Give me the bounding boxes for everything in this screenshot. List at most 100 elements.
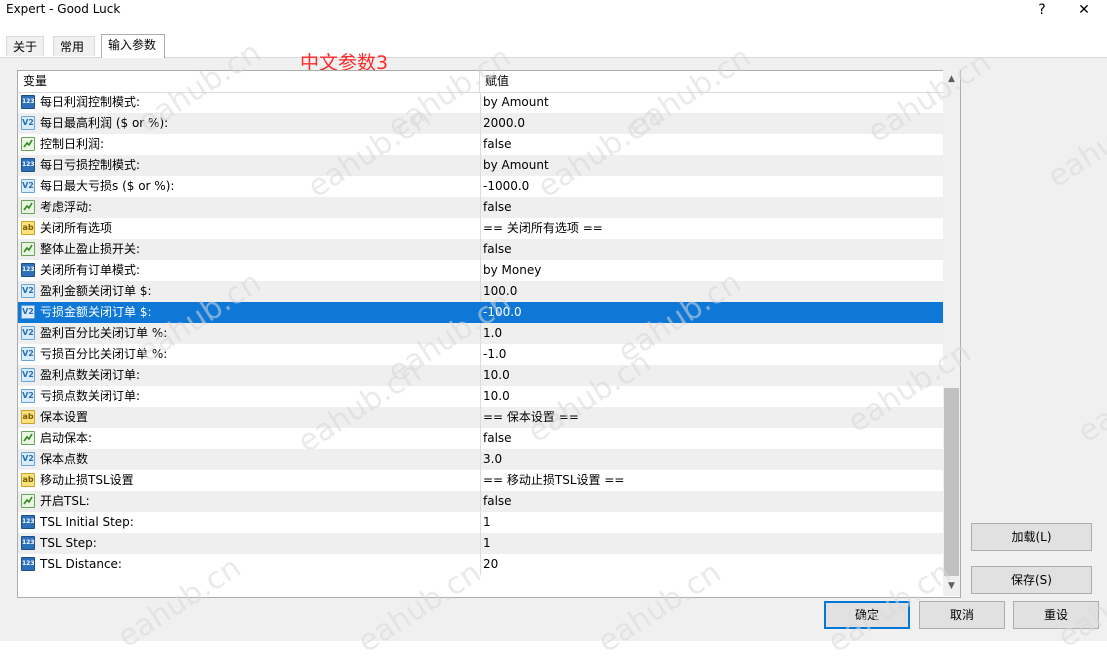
row-value-cell[interactable]: false xyxy=(483,197,941,218)
column-divider xyxy=(480,344,481,365)
row-value-cell[interactable]: -100.0 xyxy=(483,302,941,323)
ok-button[interactable]: 确定 xyxy=(824,601,910,629)
column-divider xyxy=(480,491,481,512)
row-variable-name: TSL Distance: xyxy=(40,557,122,571)
column-divider xyxy=(480,92,481,113)
column-header-value[interactable]: 赋值 xyxy=(480,71,943,92)
row-value-cell[interactable]: 20 xyxy=(483,554,941,575)
row-variable-name: TSL Step: xyxy=(40,536,97,550)
table-row[interactable]: 启动保本: false xyxy=(18,428,943,449)
table-row[interactable]: V2 盈利百分比关闭订单 %: 1.0 xyxy=(18,323,943,344)
table-row[interactable]: 123 每日亏损控制模式: by Amount xyxy=(18,155,943,176)
row-value-cell[interactable]: == 关闭所有选项 == xyxy=(483,218,941,239)
scroll-thumb[interactable] xyxy=(944,388,959,576)
cancel-button[interactable]: 取消 xyxy=(919,601,1005,629)
row-value-cell[interactable]: false xyxy=(483,239,941,260)
row-value-cell[interactable]: false xyxy=(483,134,941,155)
reset-button[interactable]: 重设 xyxy=(1013,601,1099,629)
column-divider xyxy=(480,386,481,407)
table-row[interactable]: ab 移动止损TSL设置 == 移动止损TSL设置 == xyxy=(18,470,943,491)
column-divider xyxy=(480,134,481,155)
integer-type-icon: 123 xyxy=(21,557,35,571)
row-value-cell[interactable]: 100.0 xyxy=(483,281,941,302)
table-row[interactable]: 123 TSL Distance: 20 xyxy=(18,554,943,575)
double-type-icon: V2 xyxy=(21,452,35,466)
integer-type-icon: 123 xyxy=(21,263,35,277)
boolean-type-icon xyxy=(21,137,35,151)
vertical-scrollbar[interactable]: ▲ ▼ xyxy=(943,70,960,596)
double-type-icon: V2 xyxy=(21,368,35,382)
tab-inputs[interactable]: 输入参数 xyxy=(101,34,165,58)
row-variable-name: 每日亏损控制模式: xyxy=(40,158,141,172)
row-value-cell[interactable]: 1 xyxy=(483,533,941,554)
table-row[interactable]: V2 亏损金额关闭订单 $: -100.0 xyxy=(18,302,943,323)
column-divider xyxy=(480,554,481,575)
row-variable-name: 亏损百分比关闭订单 %: xyxy=(40,347,168,361)
table-row[interactable]: 123 关闭所有订单模式: by Money xyxy=(18,260,943,281)
double-type-icon: V2 xyxy=(21,389,35,403)
row-variable-name: 控制日利润: xyxy=(40,137,105,151)
row-variable-name: TSL Initial Step: xyxy=(40,515,134,529)
row-value-cell[interactable]: 3.0 xyxy=(483,449,941,470)
table-row[interactable]: V2 亏损百分比关闭订单 %: -1.0 xyxy=(18,344,943,365)
row-value-cell[interactable]: false xyxy=(483,491,941,512)
double-type-icon: V2 xyxy=(21,326,35,340)
row-value-cell[interactable]: 2000.0 xyxy=(483,113,941,134)
row-variable-name: 盈利点数关闭订单: xyxy=(40,368,141,382)
row-value-cell[interactable]: == 移动止损TSL设置 == xyxy=(483,470,941,491)
row-value-cell[interactable]: 10.0 xyxy=(483,365,941,386)
table-row[interactable]: 123 每日利润控制模式: by Amount xyxy=(18,92,943,113)
table-row[interactable]: 开启TSL: false xyxy=(18,491,943,512)
row-value-cell[interactable]: false xyxy=(483,428,941,449)
row-variable-name: 亏损金额关闭订单 $: xyxy=(40,305,152,319)
table-row[interactable]: ab 保本设置 == 保本设置 == xyxy=(18,407,943,428)
double-type-icon: V2 xyxy=(21,179,35,193)
tab-common[interactable]: 常用 xyxy=(53,36,95,56)
window-title: Expert - Good Luck xyxy=(6,2,121,16)
table-row[interactable]: ab 关闭所有选项 == 关闭所有选项 == xyxy=(18,218,943,239)
column-divider xyxy=(480,407,481,428)
integer-type-icon: 123 xyxy=(21,536,35,550)
close-button[interactable]: ✕ xyxy=(1064,0,1104,22)
row-value-cell[interactable]: -1.0 xyxy=(483,344,941,365)
table-row[interactable]: V2 每日最高利润 ($ or %): 2000.0 xyxy=(18,113,943,134)
row-variable-name: 移动止损TSL设置 xyxy=(40,473,134,487)
table-header: 变量 赋值 xyxy=(18,71,943,93)
row-value-cell[interactable]: -1000.0 xyxy=(483,176,941,197)
row-value-cell[interactable]: by Money xyxy=(483,260,941,281)
column-divider xyxy=(480,218,481,239)
row-value-cell[interactable]: 10.0 xyxy=(483,386,941,407)
row-value-cell[interactable]: by Amount xyxy=(483,155,941,176)
parameter-table: 变量 赋值 123 每日利润控制模式: by Amount V2 每日最高利润 ($ o… xyxy=(17,70,961,598)
row-variable-name: 整体止盈止损开关: xyxy=(40,242,141,256)
table-row[interactable]: V2 盈利金额关闭订单 $: 100.0 xyxy=(18,281,943,302)
table-row[interactable]: 考虑浮动: false xyxy=(18,197,943,218)
scroll-up-icon[interactable]: ▲ xyxy=(943,71,960,88)
table-row[interactable]: V2 盈利点数关闭订单: 10.0 xyxy=(18,365,943,386)
row-variable-name: 每日最大亏损s ($ or %): xyxy=(40,179,175,193)
table-row[interactable]: 123 TSL Step: 1 xyxy=(18,533,943,554)
column-divider xyxy=(480,176,481,197)
tab-about[interactable]: 关于 xyxy=(6,36,44,56)
double-type-icon: V2 xyxy=(21,284,35,298)
row-value-cell[interactable]: 1.0 xyxy=(483,323,941,344)
help-button[interactable]: ? xyxy=(1022,0,1062,22)
row-variable-name: 每日最高利润 ($ or %): xyxy=(40,116,169,130)
scroll-down-icon[interactable]: ▼ xyxy=(943,578,960,595)
column-header-variable[interactable]: 变量 xyxy=(18,71,480,92)
save-button[interactable]: 保存(S) xyxy=(971,566,1092,594)
load-button[interactable]: 加载(L) xyxy=(971,523,1092,551)
table-row[interactable]: 123 TSL Initial Step: 1 xyxy=(18,512,943,533)
table-row[interactable]: 控制日利润: false xyxy=(18,134,943,155)
row-value-cell[interactable]: == 保本设置 == xyxy=(483,407,941,428)
boolean-type-icon xyxy=(21,431,35,445)
table-row[interactable]: 整体止盈止损开关: false xyxy=(18,239,943,260)
table-row[interactable]: V2 每日最大亏损s ($ or %): -1000.0 xyxy=(18,176,943,197)
row-value-cell[interactable]: by Amount xyxy=(483,92,941,113)
column-divider xyxy=(480,428,481,449)
row-value-cell[interactable]: 1 xyxy=(483,512,941,533)
table-row[interactable]: V2 亏损点数关闭订单: 10.0 xyxy=(18,386,943,407)
row-variable-name: 保本设置 xyxy=(40,410,89,424)
table-row[interactable]: V2 保本点数 3.0 xyxy=(18,449,943,470)
string-type-icon: ab xyxy=(21,410,35,424)
